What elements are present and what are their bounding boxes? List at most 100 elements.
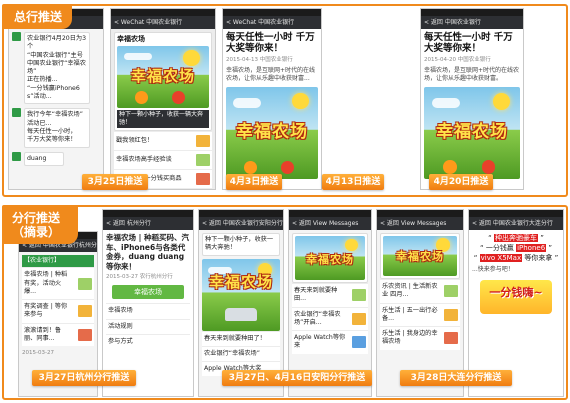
date-badge: 3月27日、4月16日安阳分行推送 (222, 370, 372, 386)
article-list-item[interactable]: 有奖调查 | 等你来参与 (22, 299, 94, 323)
promo-line: “ 种出奔驰豪车 ” (472, 233, 560, 243)
article-thumbnail (78, 329, 92, 342)
navbar: < 返回 中国农业银行安阳分行 (199, 217, 283, 230)
menu-item[interactable]: 参与方式 (106, 333, 190, 350)
navbar: < WeChat 中国农业银行 (223, 16, 321, 29)
farm-button[interactable]: 幸福农场 (112, 285, 184, 300)
navbar: < WeChat 中国农业银行 (111, 16, 215, 29)
article-meta: 2015-03-27 农行杭州分行 (106, 274, 173, 280)
card-title: 幸福农场 (117, 35, 145, 43)
article-list-item[interactable]: 乐生活 | 五一出行必备... (380, 302, 460, 327)
phone-screenshot-9: < 返回 View Messages 幸福农场 乐农资讯 | 生活新农业 四月.… (376, 209, 464, 397)
avatar (12, 151, 21, 161)
menu-item-label: 幸福农场 (108, 307, 133, 315)
fruit-shape (443, 160, 457, 174)
message-line: 中国农业银行“幸福农场” (27, 59, 86, 76)
message-bubble[interactable]: 农业银行4月20日为3个 “中国农业银行”主号 中国农业银行“幸福农场” 正在热… (24, 32, 90, 105)
article-thumbnail (352, 312, 366, 325)
article-list-item[interactable]: 春天来到就要种田... (292, 283, 368, 307)
article-title: Apple Watch等你来 (294, 334, 346, 350)
article-list-item[interactable]: 乐生活 | 我身边的幸福农场 (380, 326, 460, 350)
promo-highlight: vivo X5Max (479, 254, 523, 262)
date-badge: 4月3日推送 (226, 174, 282, 190)
message-line: “一分钱赢iPhone6 (27, 84, 80, 92)
article-list-item[interactable]: 乐农资讯 | 生活新农业 四月... (380, 279, 460, 303)
message-bubble[interactable]: 我行今年“幸福农场” 活动已... 每天任性一小时， 千万大奖等你来！ (24, 108, 90, 148)
head-office-push-section: 总行推送 ... 中国农业银行 农业银行4月20日为3个 “中国农业银行”主号 … (2, 4, 568, 197)
farm-banner-image: 幸福农场 (383, 236, 457, 276)
footer-date: 2015-03-27 (22, 350, 54, 357)
navbar: < 返回 View Messages (377, 217, 463, 230)
message-line: 农业银行4月20日为3个 (27, 35, 87, 51)
promo-banner-text: 一分钱嗨~ (489, 286, 543, 299)
status-bar (289, 210, 371, 217)
article-card[interactable]: 幸福农场 (380, 233, 460, 279)
phone-screenshot-3: < WeChat 中国农业银行 每天任性一小时 千万大奖等你来！ 2015-04… (222, 8, 322, 190)
promo-text: “ 一分钱赢 (479, 244, 517, 252)
article-title: 春天来到就要种田了！ (204, 334, 266, 342)
article-thumbnail (352, 336, 366, 349)
article-meta: 2015-04-20 中国农业银行 (424, 57, 491, 63)
article-list-item[interactable]: 幸福农场高手经验谈 (114, 150, 212, 169)
article-heading: 幸福农场 | 种稻买码、汽车、iPhone6与各类代金券，duang duang… (106, 233, 190, 271)
farm-banner-image: 幸福农场 (295, 236, 365, 280)
status-bar (469, 210, 563, 217)
message-line: “中国农业银行”主号 (27, 51, 83, 59)
date-badge: 3月27日杭州分行推送 (32, 370, 136, 386)
article-card[interactable]: 幸福农场 (292, 233, 368, 283)
menu-item[interactable]: 幸福农场 (106, 303, 190, 319)
article-text: 幸福农场，是互联网+时代的在线农场，让你从乐趣中收获财富... (226, 67, 316, 83)
message-line: 种下一颗小种子，收获一辆大奔驰！ (205, 236, 274, 252)
title-highlight: iPhone6 (121, 242, 156, 252)
article-list-item[interactable]: 滚滚请到！鲁丽、同事... (22, 322, 94, 347)
fruit-shape (135, 91, 149, 105)
article-list-item[interactable]: 农业银行“幸福农场”开启... (292, 306, 368, 331)
article-title: 乐农资讯 | 生活新农业 四月... (382, 283, 438, 299)
article-thumbnail (352, 289, 366, 302)
message-line: 正在热播... (27, 76, 58, 84)
status-bar (223, 9, 321, 16)
card-caption: 种下一颗小种子，收获一辆大奔驰！ (117, 110, 209, 128)
status-bar (199, 210, 283, 217)
message-line: s”活动... (27, 93, 52, 101)
article-title: 农业银行“幸福农场”开启... (294, 310, 341, 326)
farm-logo: 幸福农场 (396, 250, 444, 263)
slide: 总行推送 ... 中国农业银行 农业银行4月20日为3个 “中国农业银行”主号 … (0, 0, 570, 403)
date-badge: 4月20日推送 (429, 174, 493, 190)
article-title: 春天来到就要种田... (294, 287, 338, 303)
message-bubble[interactable]: 种下一颗小种子，收获一辆大奔驰！ (202, 233, 280, 256)
article-list-item[interactable]: Apple Watch等你来 (292, 330, 368, 354)
article-thumbnail (444, 285, 458, 298)
fruit-shape (172, 91, 186, 105)
message-line: duang (27, 154, 47, 162)
article-body: 每天任性一小时 千万大奖等你来！ 2015-04-13 中国农业银行 幸福农场，… (223, 29, 321, 189)
article-thumbnail (196, 173, 210, 185)
article-heading: 每天任性一小时 千万大奖等你来！ (424, 32, 513, 54)
article-list-item[interactable]: 春天来到就要种田了！ (202, 330, 280, 346)
article-thumbnail (196, 135, 210, 147)
article-text: 幸福农场，是互联网+时代的在线农场，让你从乐趣中收获财富。 (424, 67, 520, 83)
fruit-shape (244, 160, 258, 174)
article-thumbnail (444, 332, 458, 345)
article-list-item[interactable]: 幸福农场 | 种稻有奖，活动火爆... (22, 267, 94, 300)
farm-banner-image: 幸福农场 (226, 87, 318, 180)
article-card[interactable]: 幸福农场 幸福农场 种下一颗小种子，收获一辆大奔驰！ (114, 32, 212, 131)
message-bubble[interactable]: duang (24, 151, 64, 166)
sun-shape (183, 49, 200, 67)
chat-body: 农业银行4月20日为3个 “中国农业银行”主号 中国农业银行“幸福农场” 正在热… (9, 29, 103, 189)
farm-logo: 幸福农场 (130, 67, 195, 86)
article-list-item[interactable]: 戳我领红包！ (114, 131, 212, 150)
article-list-item[interactable]: 农业银行“幸福农场” (202, 345, 280, 362)
branch-push-section: 分行推送（摘录） < 返回 中国农业银行杭州分行 【农业银行】 幸福农场 | 种… (2, 205, 568, 400)
farm-logo: 幸福农场 (236, 122, 308, 143)
phone-screenshot-7: < 返回 中国农业银行安阳分行 种下一颗小种子，收获一辆大奔驰！ 幸福农场 春天… (198, 209, 284, 397)
promo-line: “ vivo X5Max 等你来拿 ” (472, 253, 560, 263)
menu-item[interactable]: 活动规则 (106, 318, 190, 334)
article-thumbnail (78, 277, 92, 290)
navbar: < 返回 杭州分行 (103, 217, 193, 230)
promo-text: 等你来拿 ” (522, 254, 559, 262)
section-tag-head-office: 总行推送 (2, 4, 73, 29)
date-badge: 3月28日大连分行推送 (400, 370, 512, 386)
article-title: 戳我领红包！ (116, 136, 154, 144)
date-badge: 4月13日推送 (322, 174, 384, 190)
